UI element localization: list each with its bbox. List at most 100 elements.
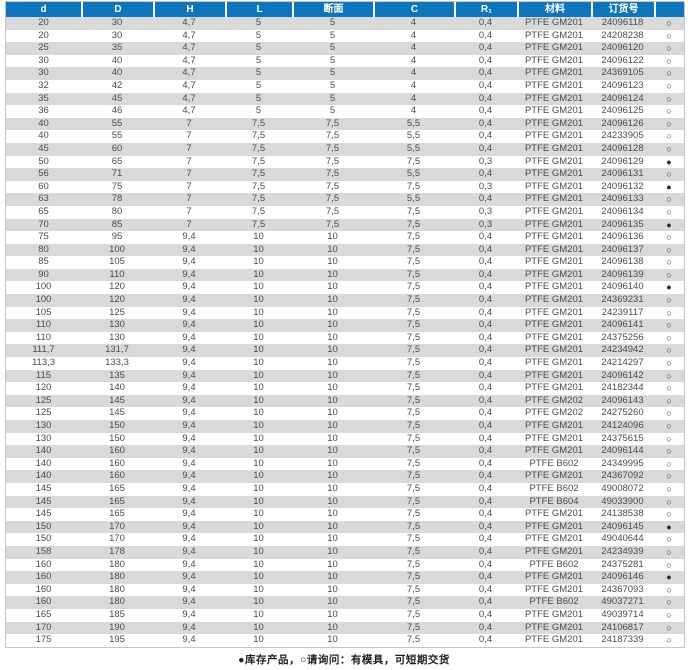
cell-section: 10 (292, 508, 373, 521)
cell-d: 120 (6, 382, 81, 395)
cell-L: 10 (225, 370, 292, 383)
cell-stock-indicator: ○ (654, 42, 684, 55)
cell-stock-indicator: ○ (654, 407, 684, 420)
table-row: 1251459,410107,50,4PTFE GM20224275260○ (6, 407, 684, 420)
cell-d: 125 (6, 395, 81, 408)
cell-L: 10 (225, 546, 292, 559)
table-row: 1301509,410107,50,4PTFE GM20124124096○ (6, 420, 684, 433)
cell-stock-indicator: ○ (654, 344, 684, 357)
cell-section: 10 (292, 521, 373, 534)
cell-R1: 0,4 (454, 193, 517, 206)
cell-d: 110 (6, 332, 81, 345)
cell-order-number: 24233905 (591, 130, 654, 143)
cell-H: 9,4 (153, 445, 225, 458)
cell-D: 145 (81, 407, 153, 420)
product-dimensions-table: dDHL断面CR₁材料订货号 20304,75540,4PTFE GM20124… (5, 1, 685, 648)
cell-material: PTFE GM201 (517, 156, 591, 169)
cell-material: PTFE GM201 (517, 470, 591, 483)
cell-L: 10 (225, 609, 292, 622)
cell-L: 10 (225, 470, 292, 483)
cell-R1: 0,4 (454, 55, 517, 68)
cell-R1: 0,4 (454, 357, 517, 370)
cell-d: 140 (6, 445, 81, 458)
column-header-stock-indicator (654, 2, 684, 17)
cell-D: 100 (81, 244, 153, 257)
table-row: 801009,410107,50,4PTFE GM20124096137○ (6, 244, 684, 257)
column-header-section: 断面 (292, 2, 373, 17)
cell-D: 165 (81, 508, 153, 521)
cell-material: PTFE GM201 (517, 370, 591, 383)
cell-D: 95 (81, 231, 153, 244)
cell-section: 10 (292, 344, 373, 357)
cell-section: 10 (292, 622, 373, 635)
cell-order-number: 24234939 (591, 546, 654, 559)
cell-order-number: 24369231 (591, 294, 654, 307)
cell-material: PTFE GM201 (517, 609, 591, 622)
column-header-material: 材料 (517, 2, 591, 17)
cell-L: 10 (225, 433, 292, 446)
cell-D: 80 (81, 206, 153, 219)
cell-material: PTFE GM201 (517, 55, 591, 68)
cell-H: 7 (153, 118, 225, 131)
cell-L: 5 (225, 42, 292, 55)
cell-R1: 0,4 (454, 395, 517, 408)
table-row: 901109,410107,50,4PTFE GM20124096139○ (6, 269, 684, 282)
column-header-D: D (81, 2, 153, 17)
table-row: 1701909,410107,50,4PTFE GM20124106817○ (6, 622, 684, 635)
cell-section: 10 (292, 294, 373, 307)
cell-material: PTFE GM201 (517, 80, 591, 93)
cell-d: 130 (6, 420, 81, 433)
table-row: 567177,57,55,50,4PTFE GM20124096131○ (6, 168, 684, 181)
cell-order-number: 24096126 (591, 118, 654, 131)
cell-L: 10 (225, 319, 292, 332)
cell-stock-indicator: ○ (654, 546, 684, 559)
cell-R1: 0,4 (454, 93, 517, 106)
cell-R1: 0,4 (454, 67, 517, 80)
cell-L: 5 (225, 55, 292, 68)
cell-L: 10 (225, 395, 292, 408)
cell-order-number: 24234942 (591, 344, 654, 357)
cell-stock-indicator: ○ (654, 533, 684, 546)
cell-order-number: 24096128 (591, 143, 654, 156)
cell-material: PTFE GM201 (517, 269, 591, 282)
cell-section: 7,5 (292, 193, 373, 206)
cell-R1: 0,4 (454, 420, 517, 433)
cell-D: 65 (81, 156, 153, 169)
cell-H: 9,4 (153, 382, 225, 395)
cell-C: 7,5 (373, 546, 454, 559)
cell-stock-indicator: ○ (654, 332, 684, 345)
header-row: dDHL断面CR₁材料订货号 (6, 2, 684, 17)
cell-D: 110 (81, 269, 153, 282)
cell-D: 120 (81, 294, 153, 307)
table-row: 1001209,410107,50,4PTFE GM20124096140● (6, 281, 684, 294)
cell-material: PTFE GM201 (517, 546, 591, 559)
cell-C: 7,5 (373, 357, 454, 370)
cell-stock-indicator: ○ (654, 80, 684, 93)
cell-d: 145 (6, 508, 81, 521)
cell-C: 7,5 (373, 344, 454, 357)
cell-section: 10 (292, 319, 373, 332)
cell-C: 7,5 (373, 281, 454, 294)
cell-order-number: 24096132 (591, 181, 654, 194)
cell-d: 160 (6, 571, 81, 584)
table-row: 1151359,410107,50,4PTFE GM20124096142○ (6, 370, 684, 383)
cell-L: 10 (225, 256, 292, 269)
cell-L: 5 (225, 93, 292, 106)
cell-D: 133,3 (81, 357, 153, 370)
cell-material: PTFE GM201 (517, 193, 591, 206)
table-row: 111,7131,79,410107,50,4PTFE GM2012423494… (6, 344, 684, 357)
cell-d: 105 (6, 307, 81, 320)
cell-material: PTFE GM201 (517, 143, 591, 156)
cell-section: 10 (292, 281, 373, 294)
cell-section: 10 (292, 445, 373, 458)
cell-C: 7,5 (373, 156, 454, 169)
cell-L: 10 (225, 269, 292, 282)
table-row: 1601809,410107,50,4PTFE B60224375281○ (6, 559, 684, 572)
cell-H: 9,4 (153, 281, 225, 294)
cell-D: 178 (81, 546, 153, 559)
cell-C: 7,5 (373, 533, 454, 546)
cell-section: 10 (292, 370, 373, 383)
cell-R1: 0,4 (454, 521, 517, 534)
column-header-C: C (373, 2, 454, 17)
cell-section: 7,5 (292, 156, 373, 169)
